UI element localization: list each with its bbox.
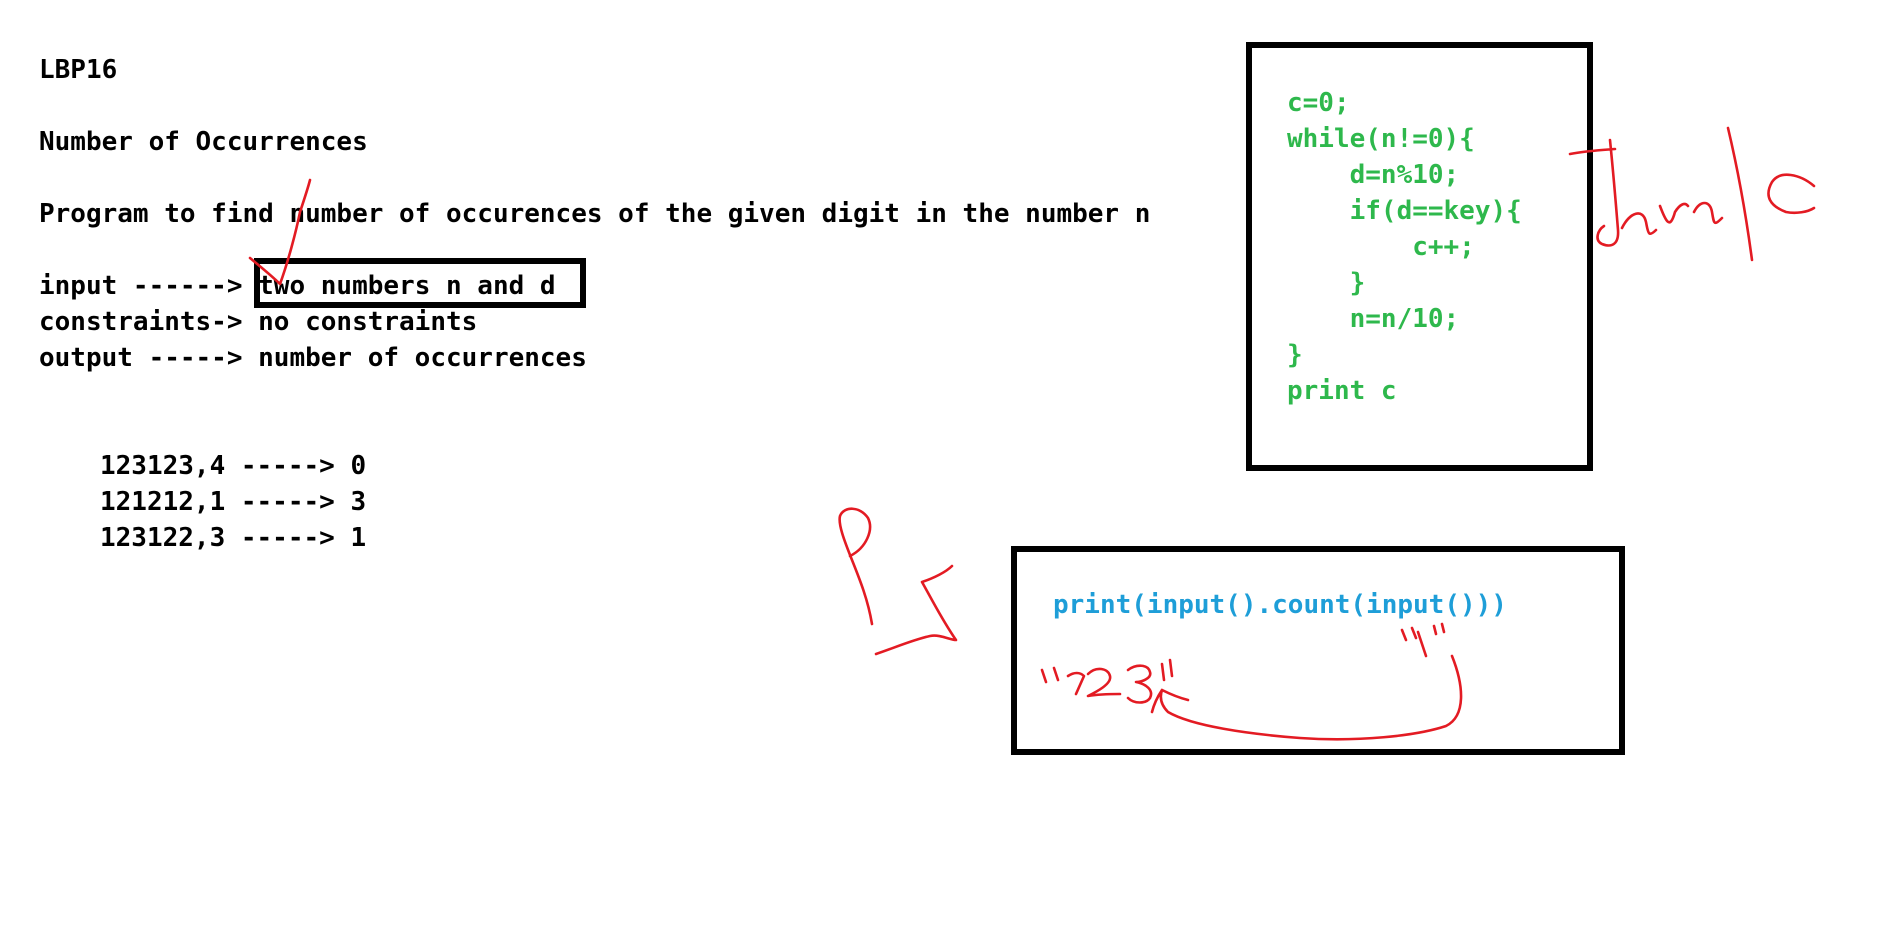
example-line-2: 121212,1 -----> 3 xyxy=(100,487,367,517)
python-code-line: print(input().count(input())) xyxy=(1053,590,1507,620)
java-code-line-7: n=n/10; xyxy=(1287,304,1460,334)
java-c-handwriting-icon xyxy=(1568,126,1816,262)
example-line-3: 123122,3 -----> 1 xyxy=(100,523,367,553)
problem-description: Program to find number of occurences of … xyxy=(39,199,1151,229)
java-code-line-8: } xyxy=(1287,340,1303,370)
java-code-line-4: if(d==key){ xyxy=(1287,196,1522,226)
java-code-line-9: print c xyxy=(1287,376,1397,406)
example-line-1: 123123,4 -----> 0 xyxy=(100,451,367,481)
java-code-line-5: c++; xyxy=(1287,232,1475,262)
input-highlight-box xyxy=(254,258,586,308)
problem-title: Number of Occurrences xyxy=(39,127,368,157)
java-code-line-6: } xyxy=(1287,268,1366,298)
py-handwriting-icon xyxy=(838,507,958,656)
constraints-spec: constraints-> no constraints xyxy=(39,307,478,337)
problem-code: LBP16 xyxy=(39,55,118,85)
java-code-line-3: d=n%10; xyxy=(1287,160,1460,190)
java-code-line-2: while(n!=0){ xyxy=(1287,124,1475,154)
java-code-line-1: c=0; xyxy=(1287,88,1350,118)
output-spec: output -----> number of occurrences xyxy=(39,343,587,373)
input-label: input ------> xyxy=(39,271,259,301)
python-code-box xyxy=(1011,546,1625,755)
